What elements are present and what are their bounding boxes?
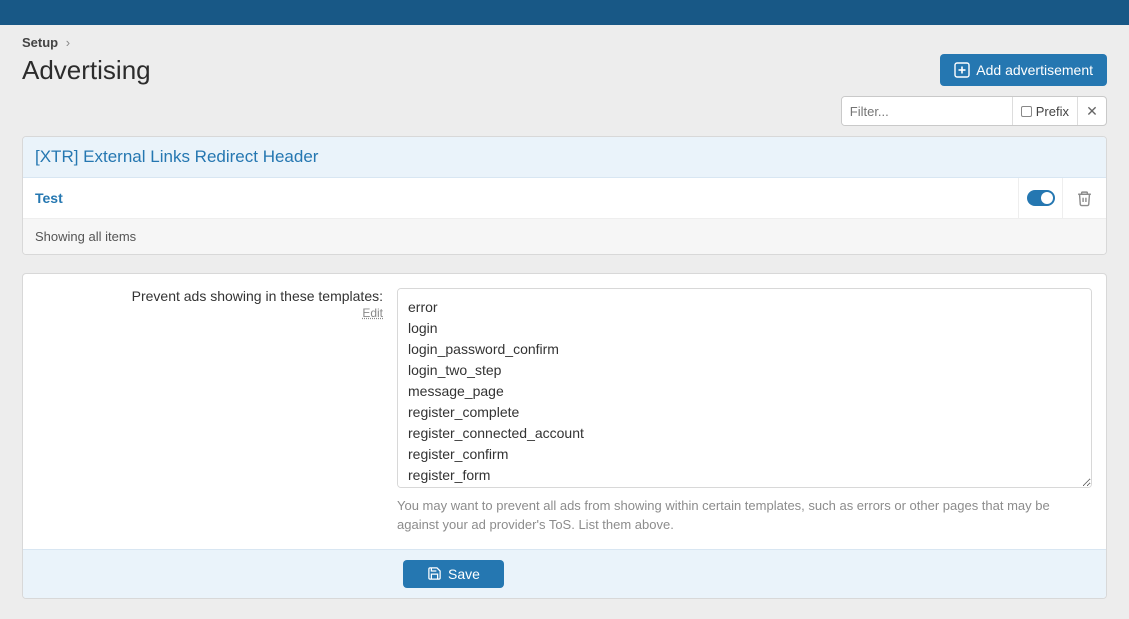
filter-row: Prefix ✕ <box>22 96 1107 126</box>
form-row: Prevent ads showing in these templates: … <box>23 274 1106 549</box>
filter-input[interactable] <box>842 97 1012 125</box>
chevron-right-icon: › <box>66 35 70 50</box>
breadcrumb-root[interactable]: Setup <box>22 35 58 50</box>
toggle-enabled-button[interactable] <box>1018 178 1062 218</box>
save-label: Save <box>448 566 480 582</box>
top-bar <box>0 0 1129 25</box>
title-bar: Advertising Add advertisement <box>22 54 1107 86</box>
checkbox-icon <box>1021 106 1032 117</box>
form-label-col: Prevent ads showing in these templates: … <box>37 288 397 535</box>
form-hint: You may want to prevent all ads from sho… <box>397 497 1092 535</box>
main-container: Setup › Advertising Add advertisement Pr… <box>0 25 1129 619</box>
panel-footer: Showing all items <box>23 219 1106 254</box>
save-icon <box>427 566 442 581</box>
delete-button[interactable] <box>1062 178 1106 218</box>
page-title: Advertising <box>22 55 151 86</box>
form-footer: Save <box>23 549 1106 598</box>
clear-filter-button[interactable]: ✕ <box>1078 97 1106 125</box>
form-field-col: You may want to prevent all ads from sho… <box>397 288 1092 535</box>
save-button[interactable]: Save <box>403 560 504 588</box>
ads-panel: [XTR] External Links Redirect Header Tes… <box>22 136 1107 255</box>
panel-group-header[interactable]: [XTR] External Links Redirect Header <box>23 137 1106 178</box>
form-panel: Prevent ads showing in these templates: … <box>22 273 1107 599</box>
add-advertisement-label: Add advertisement <box>976 62 1093 78</box>
add-advertisement-button[interactable]: Add advertisement <box>940 54 1107 86</box>
prefix-label: Prefix <box>1036 104 1069 119</box>
trash-icon <box>1076 190 1093 207</box>
filter-box: Prefix ✕ <box>841 96 1107 126</box>
edit-link[interactable]: Edit <box>37 306 383 320</box>
templates-textarea[interactable] <box>397 288 1092 488</box>
plus-box-icon <box>954 62 970 78</box>
list-item-label[interactable]: Test <box>23 180 1018 216</box>
prefix-toggle[interactable]: Prefix <box>1013 97 1078 125</box>
form-label: Prevent ads showing in these templates: <box>132 288 383 304</box>
breadcrumb: Setup › <box>22 35 1107 50</box>
list-row: Test <box>23 178 1106 219</box>
toggle-on-icon <box>1027 190 1055 206</box>
close-icon: ✕ <box>1086 103 1098 120</box>
